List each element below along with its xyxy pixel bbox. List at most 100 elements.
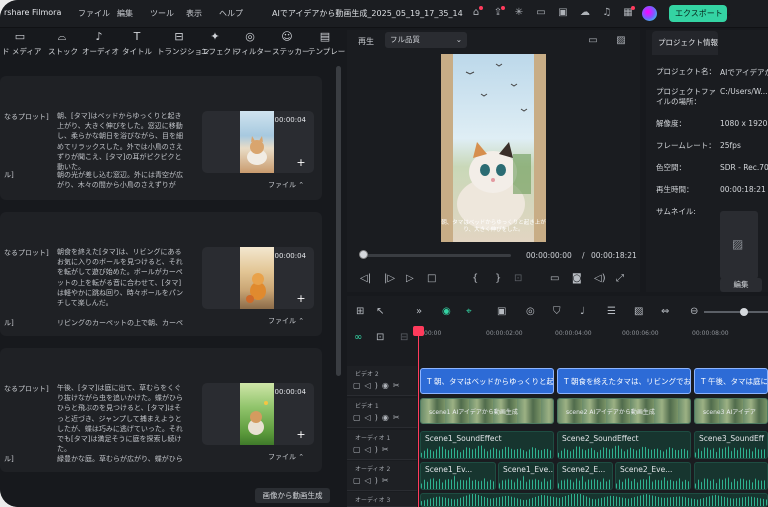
image-track-icon[interactable]: ▨ (634, 306, 643, 317)
link-icon[interactable]: ∞ (354, 332, 362, 343)
plot-text[interactable]: 朝、[タマ]はベッドからゆっくりと起き上がり、大きく伸びをした。窓辺に移動し、柔… (57, 111, 185, 172)
record-icon[interactable]: ▣ (497, 306, 506, 317)
plot-text[interactable]: 朝食を終えた[タマ]は、リビングにあるお気に入りのボールを見つけると、それを転が… (57, 247, 185, 308)
video-clip[interactable]: scene3 AIアイデア (694, 398, 768, 424)
add-icon[interactable]: + (295, 429, 307, 441)
scrollbar[interactable] (336, 66, 341, 376)
prev-frame-icon[interactable]: ◁| (360, 273, 371, 284)
grid-icon[interactable]: ▦ (621, 6, 635, 20)
menu-edit[interactable]: 編集 (117, 8, 133, 19)
menu-view[interactable]: 表示 (186, 8, 202, 19)
zoom-out-icon[interactable]: ⊖ (690, 306, 698, 317)
image-text[interactable]: 緑豊かな庭。草むらが広がり、蝶がひら (57, 454, 187, 465)
add-icon[interactable]: + (295, 157, 307, 169)
tab-project-info[interactable]: プロジェクト情報 (652, 31, 718, 55)
play-icon[interactable]: ▷ (406, 273, 414, 284)
gift-icon[interactable]: ⌂ (469, 6, 483, 20)
category-title[interactable]: T タイトル (122, 30, 152, 62)
menu-tools[interactable]: ツール (150, 8, 174, 19)
audio-clip[interactable] (420, 493, 768, 507)
snapshot-icon[interactable]: ▨ (614, 34, 628, 48)
plot-text[interactable]: 午後、[タマ]は庭に出て、草むらをくぐり抜けながら虫を追いかけた。蝶がひらひらと… (57, 383, 185, 454)
thumbnail-slot[interactable]: ▨ (720, 211, 758, 279)
audio-clip[interactable]: Scene1_SoundEffect (420, 431, 554, 459)
image-text[interactable]: 朝の光が差し込む窓辺。外には青空が広がり、木々の間から小鳥のさえずりが (57, 170, 185, 192)
compare-icon[interactable]: ▭ (586, 34, 600, 48)
category-sticker[interactable]: ☺ ステッカー (272, 30, 310, 62)
track-controls[interactable]: ▢◁)✂ (353, 476, 393, 485)
image-text[interactable]: リビングのカーペットの上で朝、カーペットの (57, 318, 187, 329)
mic-icon[interactable]: ♩ (580, 306, 585, 317)
select-tool-icon[interactable]: ↖ (376, 306, 384, 317)
add-icon[interactable]: + (295, 293, 307, 305)
video-clip[interactable]: scene2 AIアイデアから動画生成 (557, 398, 691, 424)
export-button[interactable]: エクスポート ⌄ (669, 5, 732, 22)
category-filter[interactable]: ◎ フィルター (234, 30, 271, 62)
text-clip[interactable]: T 朝、タマはベッドからゆっくりと起き... (420, 368, 554, 394)
file-button[interactable]: ファイル ⌃ (268, 316, 304, 326)
text-clip[interactable]: T 午後、タマは庭に (694, 368, 768, 394)
menu-file[interactable]: ファイル (78, 8, 110, 19)
headset-icon[interactable]: ♫ (600, 6, 614, 20)
motion-icon[interactable]: ◎ (526, 306, 535, 317)
cloud-icon[interactable]: ☁ (578, 6, 592, 20)
list-icon[interactable]: ☰ (607, 306, 616, 317)
split-icon[interactable]: ⊡ (514, 273, 522, 284)
loading-icon[interactable]: ✳ (512, 6, 526, 20)
text-clip[interactable]: T 朝食を終えたタマは、リビングでお... (557, 368, 691, 394)
ai-icon[interactable]: ◉ (442, 306, 451, 317)
avatar[interactable] (642, 6, 657, 21)
shield-icon[interactable]: ⛉ (553, 306, 561, 317)
audio-clip[interactable]: Scene3_SoundEff (694, 431, 768, 459)
menu-help[interactable]: ヘルプ (219, 8, 243, 19)
audio-clip[interactable] (694, 462, 768, 490)
track-controls[interactable]: ▢◁)◉✂ (353, 413, 404, 422)
audio-clip[interactable]: Scene2_E... (557, 462, 613, 490)
category-audio[interactable]: ♪ オーディオ (82, 30, 119, 62)
audio-clip[interactable]: Scene1_Eve... (498, 462, 554, 490)
save-icon[interactable]: ▣ (556, 6, 570, 20)
zoom-slider[interactable] (704, 308, 768, 316)
category-transition[interactable]: ⊟ トランジション (157, 30, 210, 62)
volume-icon[interactable]: ◁) (594, 273, 606, 284)
playhead-handle[interactable] (413, 326, 424, 336)
share-icon[interactable]: ⇪ (491, 6, 505, 20)
track-controls[interactable]: ▢◁)✂ (353, 445, 393, 454)
mark-in-icon[interactable]: { (472, 273, 478, 284)
scene-thumbnail[interactable]: 00:00:04 + (202, 247, 314, 309)
project-name-label: プロジェクト名： (656, 67, 716, 76)
stop-icon[interactable]: □ (427, 273, 436, 284)
audio-clip[interactable]: Scene2_Eve... (615, 462, 691, 490)
file-button[interactable]: ファイル ⌃ (268, 180, 304, 190)
progress-handle[interactable] (359, 250, 368, 259)
track-add-icon[interactable]: ⊡ (376, 332, 384, 343)
snap-icon[interactable]: ⌖ (466, 306, 472, 317)
fullscreen-icon[interactable]: ⤢ (616, 273, 624, 284)
track-controls[interactable]: ▢◁)◉✂ (353, 381, 404, 390)
category-effect[interactable]: ✦ エフェクト (201, 30, 239, 62)
edit-thumbnail-button[interactable]: 編集 (720, 278, 762, 292)
step-play-icon[interactable]: |▷ (384, 273, 395, 284)
category-media[interactable]: ▭ ド メディア (2, 30, 41, 62)
file-button[interactable]: ファイル ⌃ (268, 452, 304, 462)
playhead[interactable] (418, 326, 419, 507)
track-manage-icon[interactable]: ⊟ (400, 332, 408, 343)
audio-clip[interactable]: Scene2_SoundEffect (557, 431, 691, 459)
fit-icon[interactable]: ⇔ (661, 306, 669, 317)
more-icon[interactable]: » (416, 306, 422, 317)
quality-select[interactable]: フル品質 ⌄ (385, 32, 467, 48)
video-clip[interactable]: scene1 AIアイデアから動画生成 (420, 398, 554, 424)
scene-thumbnail[interactable]: 00:00:04 + (202, 111, 314, 173)
layout-icon[interactable]: ⊞ (356, 306, 364, 317)
progress-bar[interactable] (361, 254, 511, 257)
camera-icon[interactable]: ◙ (572, 273, 582, 284)
mark-out-icon[interactable]: } (495, 273, 501, 284)
monitor-icon[interactable]: ▭ (534, 6, 548, 20)
generate-video-button[interactable]: 画像から動画生成 (255, 488, 330, 503)
display-icon[interactable]: ▭ (550, 273, 559, 284)
video-preview[interactable]: 朝、タマはベッドからゆっくりと起き上がり、大きく伸びをした。 (441, 54, 546, 242)
audio-clip[interactable]: Scene1_Ev... (420, 462, 496, 490)
scene-thumbnail[interactable]: 00:00:04 + (202, 383, 314, 445)
category-stock[interactable]: ⌓ ストック (48, 30, 78, 62)
category-template[interactable]: ▤ テンプレー (308, 30, 345, 62)
